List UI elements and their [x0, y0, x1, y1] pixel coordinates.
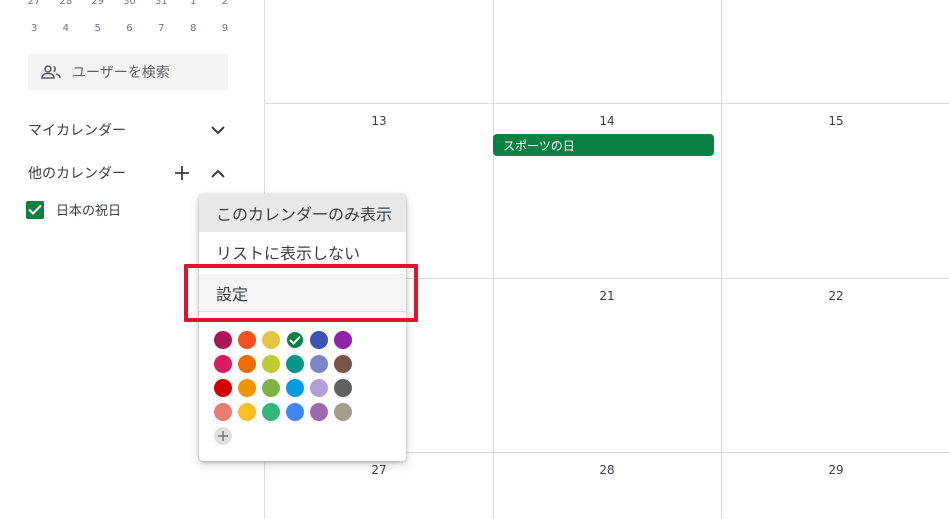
- color-swatch[interactable]: [214, 355, 232, 373]
- menu-item-display-only[interactable]: このカレンダーのみ表示: [199, 194, 406, 232]
- color-swatch[interactable]: [214, 403, 232, 421]
- color-swatch[interactable]: [262, 403, 280, 421]
- color-swatch[interactable]: [310, 403, 328, 421]
- color-swatch[interactable]: [214, 379, 232, 397]
- mini-calendar-day[interactable]: 27: [22, 0, 46, 7]
- mini-calendar-day[interactable]: 3: [22, 23, 46, 34]
- mini-calendar-day[interactable]: 9: [213, 23, 237, 34]
- chevron-up-icon[interactable]: [208, 163, 228, 183]
- event-chip[interactable]: スポーツの日: [493, 134, 714, 156]
- mini-calendar-day[interactable]: 1: [181, 0, 205, 7]
- day-number[interactable]: 15: [821, 114, 851, 128]
- mini-calendar-row: 3 4 5 6 7 8 9: [22, 23, 237, 34]
- calendar-checkbox[interactable]: [26, 200, 44, 219]
- color-swatch[interactable]: [214, 331, 232, 349]
- color-swatch[interactable]: [286, 403, 304, 421]
- color-swatch[interactable]: [310, 355, 328, 373]
- plus-icon: [218, 431, 228, 441]
- day-number[interactable]: 13: [364, 114, 394, 128]
- color-swatch[interactable]: [238, 331, 256, 349]
- grid-divider: [264, 103, 949, 104]
- color-swatch[interactable]: [238, 379, 256, 397]
- my-calendars-header[interactable]: マイカレンダー: [28, 116, 228, 144]
- mini-calendar-row: 27 28 29 30 31 1 2: [22, 0, 237, 7]
- my-calendars-label: マイカレンダー: [28, 123, 126, 139]
- mini-calendar-day[interactable]: 5: [86, 23, 110, 34]
- color-swatch[interactable]: [262, 379, 280, 397]
- mini-calendar-day[interactable]: 28: [54, 0, 78, 7]
- grid-divider: [721, 0, 722, 519]
- color-swatch[interactable]: [310, 379, 328, 397]
- color-swatch[interactable]: [262, 331, 280, 349]
- other-calendars-header[interactable]: 他のカレンダー: [28, 159, 228, 187]
- color-swatch[interactable]: [334, 403, 352, 421]
- chevron-down-icon[interactable]: [208, 120, 228, 140]
- day-number[interactable]: 21: [592, 289, 622, 303]
- color-swatch[interactable]: [238, 355, 256, 373]
- color-swatch[interactable]: [238, 403, 256, 421]
- mini-calendar-day[interactable]: 2: [213, 0, 237, 7]
- add-custom-color-button[interactable]: [214, 427, 232, 445]
- calendar-item-label: 日本の祝日: [56, 204, 122, 219]
- search-users-input[interactable]: ユーザーを検索: [28, 54, 228, 90]
- color-swatch[interactable]: [334, 355, 352, 373]
- color-swatch[interactable]: [286, 379, 304, 397]
- color-swatch[interactable]: [310, 331, 328, 349]
- color-swatch[interactable]: [334, 331, 352, 349]
- mini-calendar-day[interactable]: 6: [117, 23, 141, 34]
- color-swatch[interactable]: [262, 355, 280, 373]
- mini-calendar-day[interactable]: 7: [149, 23, 173, 34]
- check-icon: [289, 335, 301, 345]
- day-number[interactable]: 27: [364, 463, 394, 477]
- day-number[interactable]: 14: [592, 114, 622, 128]
- day-number[interactable]: 28: [592, 463, 622, 477]
- color-swatch[interactable]: [286, 331, 304, 349]
- day-number[interactable]: 29: [821, 463, 851, 477]
- other-calendars-label: 他のカレンダー: [28, 166, 126, 182]
- mini-calendar-day[interactable]: 4: [54, 23, 78, 34]
- mini-calendar-day[interactable]: 8: [181, 23, 205, 34]
- people-icon: [40, 61, 62, 83]
- color-swatch[interactable]: [286, 355, 304, 373]
- mini-calendar-day[interactable]: 31: [149, 0, 173, 7]
- day-number[interactable]: 22: [821, 289, 851, 303]
- mini-calendar-day[interactable]: 29: [86, 0, 110, 7]
- calendar-options-menu: このカレンダーのみ表示 リストに表示しない 設定: [199, 194, 406, 461]
- search-users-placeholder: ユーザーを検索: [72, 65, 170, 81]
- check-icon: [28, 204, 42, 215]
- plus-icon[interactable]: [172, 163, 192, 183]
- grid-divider: [493, 0, 494, 519]
- mini-calendar-day[interactable]: 30: [117, 0, 141, 7]
- highlight-annotation: [184, 264, 418, 322]
- color-swatch[interactable]: [334, 379, 352, 397]
- calendar-item-holidays[interactable]: 日本の祝日: [26, 200, 121, 219]
